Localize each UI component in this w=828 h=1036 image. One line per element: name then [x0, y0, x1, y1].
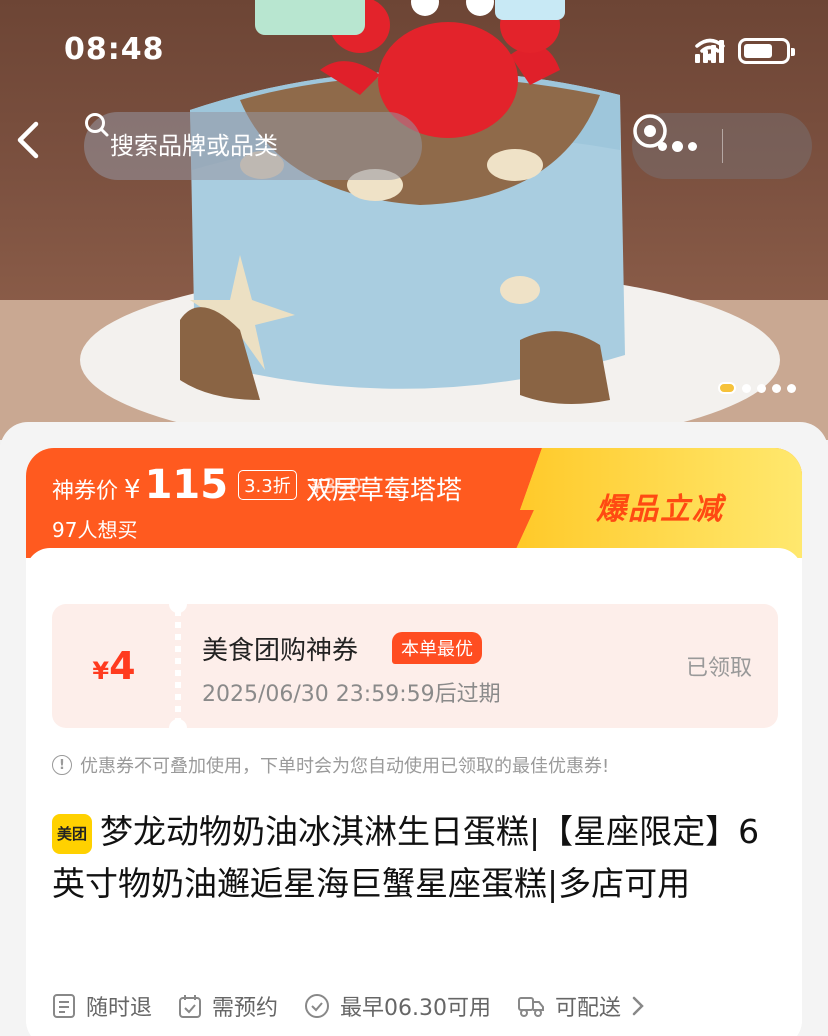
coupon-amount: ¥ 4: [52, 604, 176, 728]
coupon-name: 美食团购神券: [202, 636, 359, 666]
feature-label: 最早06.30可用: [340, 996, 492, 1021]
discount-tag: 3.3折: [238, 470, 297, 500]
price-currency: ¥: [124, 475, 141, 505]
carousel-dot[interactable]: [772, 383, 781, 393]
status-time: 08:48: [64, 32, 165, 67]
service-features[interactable]: 随时退 需预约 最早06.30可用 可配送: [52, 990, 645, 1022]
delivery-icon: [518, 997, 545, 1017]
product-image-carousel[interactable]: 08:48: [0, 0, 828, 440]
coupon-card[interactable]: ¥ 4 美食团购神券 本单最优 2025/06/30 23:59:59后过期 已…: [52, 595, 778, 737]
coupon-currency: ¥: [92, 657, 110, 685]
carousel-dot[interactable]: [787, 383, 796, 393]
coupon-expiry: 2025/06/30 23:59:59后过期: [202, 682, 501, 707]
product-details: ¥ 4 美食团购神券 本单最优 2025/06/30 23:59:59后过期 已…: [26, 548, 802, 1036]
product-title: 美团 梦龙动物奶油冰淇淋生日蛋糕|【星座限定】6英寸物奶油邂逅星海巨蟹星座蛋糕|多…: [52, 806, 772, 910]
feature-delivery: 可配送: [517, 990, 645, 1022]
more-dot: [671, 140, 683, 152]
more-dot: [687, 141, 697, 151]
deal-banner: 神券价 ¥ 115 3.3折 ¥350 双层草莓塔塔 97人想买 爆品立减: [26, 448, 802, 558]
chevron-right-icon: [632, 996, 644, 1016]
coupon-notice: ! 优惠券不可叠加使用，下单时会为您自动使用已领取的最佳优惠券!: [52, 752, 609, 778]
close-miniprogram-button[interactable]: [633, 113, 812, 179]
product-short-name: 双层草莓塔塔: [306, 476, 463, 506]
best-deal-badge: 本单最优: [392, 632, 482, 664]
search-bar[interactable]: [84, 112, 422, 180]
coupon-value: 4: [109, 644, 136, 688]
carousel-indicator: [718, 382, 796, 394]
product-card-inner: 神券价 ¥ 115 3.3折 ¥350 双层草莓塔塔 97人想买 爆品立减 ¥ …: [26, 448, 802, 1036]
coupon-claim-status[interactable]: 已领取: [686, 650, 752, 682]
target-circle-icon: [633, 114, 667, 148]
back-button[interactable]: [14, 120, 62, 176]
product-card: 神券价 ¥ 115 3.3折 ¥350 双层草莓塔塔 97人想买 爆品立减 ¥ …: [0, 422, 828, 1036]
calendar-check-icon: [179, 995, 202, 1018]
meituan-badge: 美团: [52, 814, 92, 854]
receipt-icon: [53, 994, 75, 1018]
wifi-icon: [695, 38, 725, 61]
feature-label: 随时退: [86, 996, 153, 1021]
product-title-text: 梦龙动物奶油冰淇淋生日蛋糕|【星座限定】6英寸物奶油邂逅星海巨蟹星座蛋糕|多店可…: [52, 812, 760, 903]
carousel-dot[interactable]: [742, 383, 751, 393]
coupon-notice-text: 优惠券不可叠加使用，下单时会为您自动使用已领取的最佳优惠券!: [80, 756, 610, 777]
coupon-perforation: [169, 595, 187, 737]
carousel-dot[interactable]: [757, 383, 766, 393]
feature-reservation: 需预约: [178, 990, 278, 1022]
check-circle-icon: [305, 994, 330, 1018]
carousel-dot[interactable]: [718, 382, 736, 394]
feature-label: 需预约: [212, 996, 279, 1021]
status-icons: [695, 38, 795, 64]
hot-deal-title: 爆品立减: [596, 492, 724, 527]
want-count: 97人想买: [52, 518, 138, 542]
search-input[interactable]: [110, 132, 370, 160]
search-icon: [85, 113, 109, 137]
chevron-left-icon: [17, 121, 39, 159]
info-icon: !: [52, 755, 72, 775]
deal-price: 115: [144, 462, 229, 508]
price-label: 神券价: [52, 479, 119, 504]
feature-earliest-date: 最早06.30可用: [304, 990, 491, 1022]
feature-refund: 随时退: [52, 990, 152, 1022]
miniprogram-capsule: [632, 113, 812, 179]
feature-label: 可配送: [555, 996, 622, 1021]
battery-icon: [738, 38, 795, 64]
